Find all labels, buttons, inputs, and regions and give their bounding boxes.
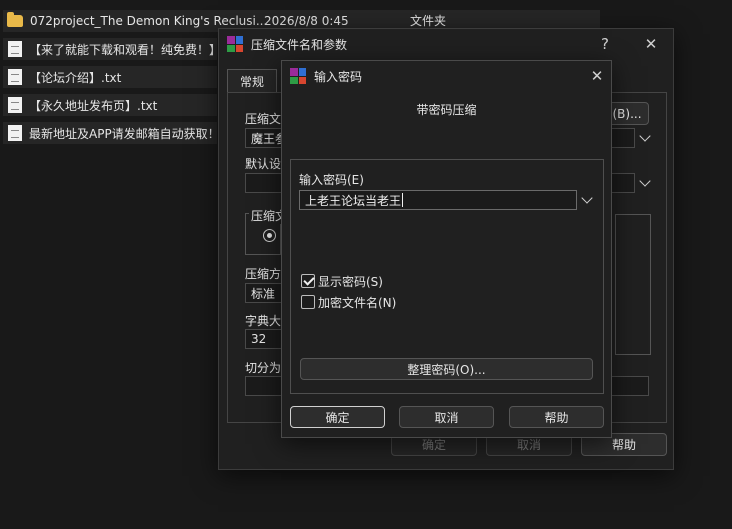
encrypt-names-checkbox[interactable] (301, 295, 315, 309)
close-icon[interactable]: ✕ (583, 61, 611, 91)
split-label: 切分为 (245, 361, 282, 375)
file-row-doc-3[interactable]: 【永久地址发布页】.txt (3, 94, 217, 116)
password-heading: 带密码压缩 (416, 103, 477, 117)
document-icon (8, 125, 22, 141)
file-name: 【论坛介绍】.txt (29, 70, 122, 85)
show-password-checkbox[interactable] (301, 274, 315, 288)
encrypt-names-label[interactable]: 加密文件名(N) (318, 294, 396, 311)
chevron-down-icon[interactable] (638, 175, 654, 191)
show-password-label[interactable]: 显示密码(S) (318, 273, 383, 290)
password-dialog-titlebar: 输入密码 (282, 61, 611, 91)
chevron-down-icon[interactable] (638, 130, 654, 146)
archive-dialog-title: 压缩文件名和参数 (251, 37, 348, 52)
file-row-doc-1[interactable]: 【来了就能下载和观看！纯免费！】 (3, 38, 217, 60)
options-group (615, 214, 651, 355)
cancel-button[interactable]: 取消 (399, 406, 494, 428)
file-row-doc-4[interactable]: 最新地址及APP请发邮箱自动获取！ (3, 122, 217, 144)
help-title-button[interactable]: ? (591, 29, 619, 59)
format-radio[interactable] (263, 229, 276, 242)
chevron-down-icon[interactable] (580, 192, 596, 208)
file-name: 【来了就能下载和观看！纯免费！】 (29, 42, 217, 57)
winrar-icon (227, 36, 243, 52)
archive-name-label: 压缩文 (245, 112, 282, 126)
dict-select[interactable]: 32 (245, 329, 285, 349)
folder-icon (7, 12, 23, 27)
password-dialog: 输入密码 ✕ 带密码压缩 输入密码(E) 上老王论坛当老王 显示密码(S) 加密… (281, 60, 612, 438)
dict-label: 字典大 (245, 314, 282, 328)
method-label: 压缩方 (245, 267, 282, 281)
file-name: 最新地址及APP请发邮箱自动获取！ (29, 126, 217, 141)
file-name: 【永久地址发布页】.txt (29, 98, 158, 113)
text-caret (402, 193, 404, 207)
file-name: 072project_The Demon King's Reclusi... (30, 14, 268, 28)
organize-passwords-button[interactable]: 整理密码(O)... (300, 358, 593, 380)
method-select[interactable]: 标准 (245, 283, 285, 303)
ok-button[interactable]: 确定 (290, 406, 385, 428)
close-icon[interactable]: ✕ (637, 29, 665, 59)
file-row-doc-2[interactable]: 【论坛介绍】.txt (3, 66, 217, 88)
document-icon (8, 97, 22, 113)
document-icon (8, 41, 22, 57)
help-button[interactable]: 帮助 (509, 406, 604, 428)
password-input[interactable]: 上老王论坛当老王 (299, 190, 577, 210)
password-dialog-title: 输入密码 (314, 69, 363, 84)
password-label: 输入密码(E) (299, 173, 364, 187)
document-icon (8, 69, 22, 85)
default-profile-label: 默认设 (245, 157, 282, 171)
split-right-field[interactable] (611, 376, 649, 396)
split-select[interactable] (245, 376, 285, 396)
tab-general[interactable]: 常规 (227, 69, 277, 93)
winrar-icon (290, 68, 306, 84)
